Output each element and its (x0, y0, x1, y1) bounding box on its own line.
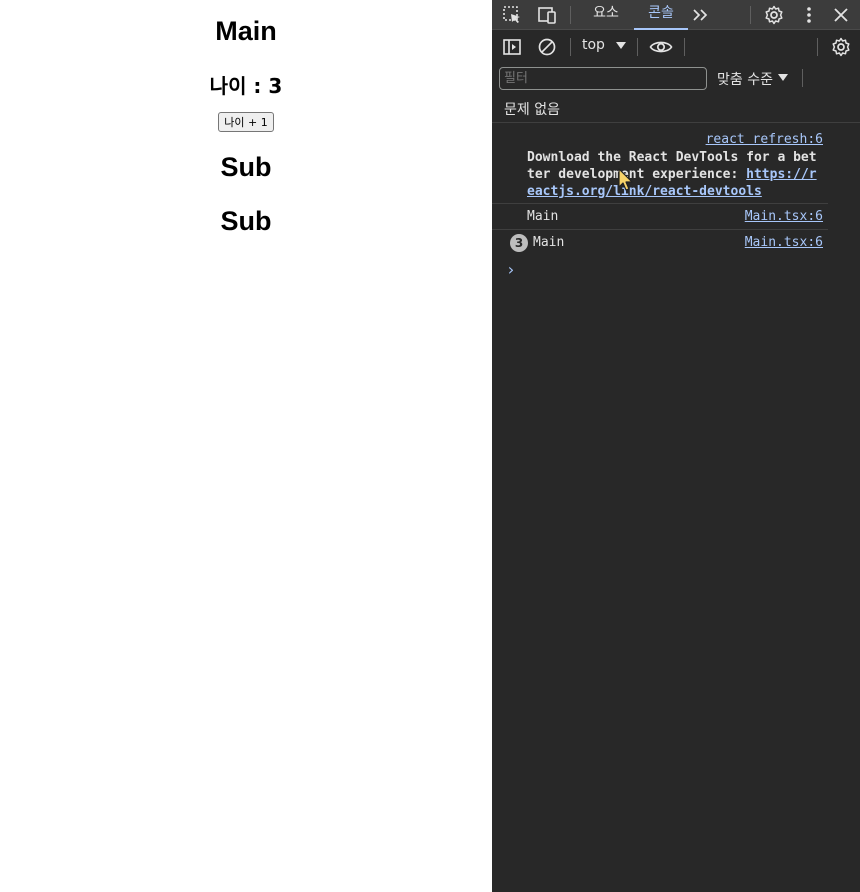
console-prompt[interactable]: › (506, 260, 516, 279)
tabbar-divider (570, 6, 571, 24)
live-expression-eye-icon[interactable] (648, 35, 674, 59)
log-text: Main (527, 209, 559, 224)
toolbar-divider (570, 38, 571, 56)
message-source-link[interactable]: react refresh:6 (706, 132, 823, 147)
kebab-menu-icon[interactable] (797, 3, 821, 27)
age-heading: 나이 : 3 (209, 74, 283, 98)
increase-age-button[interactable]: 나이 + 1 (218, 112, 274, 132)
device-toolbar-icon[interactable] (535, 3, 559, 27)
console-message-devtools: react refresh:6 Download the React DevTo… (492, 132, 828, 204)
close-icon[interactable] (829, 3, 853, 27)
devtools-panel: 요소 콘솔 top 필터 맞춤 수준 문제 없음 react refresh:6… (492, 0, 860, 892)
clear-console-icon[interactable] (535, 35, 559, 59)
settings-icon[interactable] (762, 3, 786, 27)
console-message-log: Main Main.tsx:6 (492, 204, 828, 230)
context-selector[interactable]: top (582, 37, 605, 53)
tab-elements[interactable]: 요소 (588, 0, 624, 30)
console-toolbar: top (492, 31, 860, 63)
repeat-count-badge: 3 (510, 234, 528, 252)
tabbar-divider-2 (750, 6, 751, 24)
main-heading: Main (215, 16, 277, 46)
app-page: Main 나이 : 3 나이 + 1 Sub Sub (0, 0, 492, 892)
message-text: Download the React DevTools for a better… (527, 149, 823, 200)
chevron-down-icon (778, 74, 788, 81)
mouse-cursor-icon (618, 168, 633, 191)
tab-console[interactable]: 콘솔 (634, 0, 688, 30)
sub-heading-1: Sub (220, 152, 272, 182)
filter-divider (802, 69, 803, 87)
toolbar-divider-2 (637, 38, 638, 56)
log-source-link[interactable]: Main.tsx:6 (745, 235, 823, 250)
filter-row: 맞춤 수준 (492, 63, 860, 93)
toolbar-divider-3 (684, 38, 685, 56)
console-message-log-repeated: 3 Main Main.tsx:6 (492, 230, 828, 256)
more-tabs-icon[interactable] (689, 3, 713, 27)
inspect-element-icon[interactable] (500, 3, 524, 27)
log-level-selector[interactable]: 맞춤 수준 (717, 69, 773, 89)
sub-heading-2: Sub (220, 206, 272, 236)
issues-bar: 문제 없음 (492, 93, 860, 123)
toolbar-divider-4 (817, 38, 818, 56)
chevron-down-icon (616, 42, 626, 49)
issues-status[interactable]: 문제 없음 (504, 99, 560, 119)
console-settings-icon[interactable] (829, 35, 853, 59)
log-source-link[interactable]: Main.tsx:6 (745, 209, 823, 224)
sidebar-toggle-icon[interactable] (500, 35, 524, 59)
filter-input[interactable] (499, 67, 707, 90)
log-text: Main (533, 235, 565, 250)
devtools-tabbar: 요소 콘솔 (492, 0, 860, 30)
